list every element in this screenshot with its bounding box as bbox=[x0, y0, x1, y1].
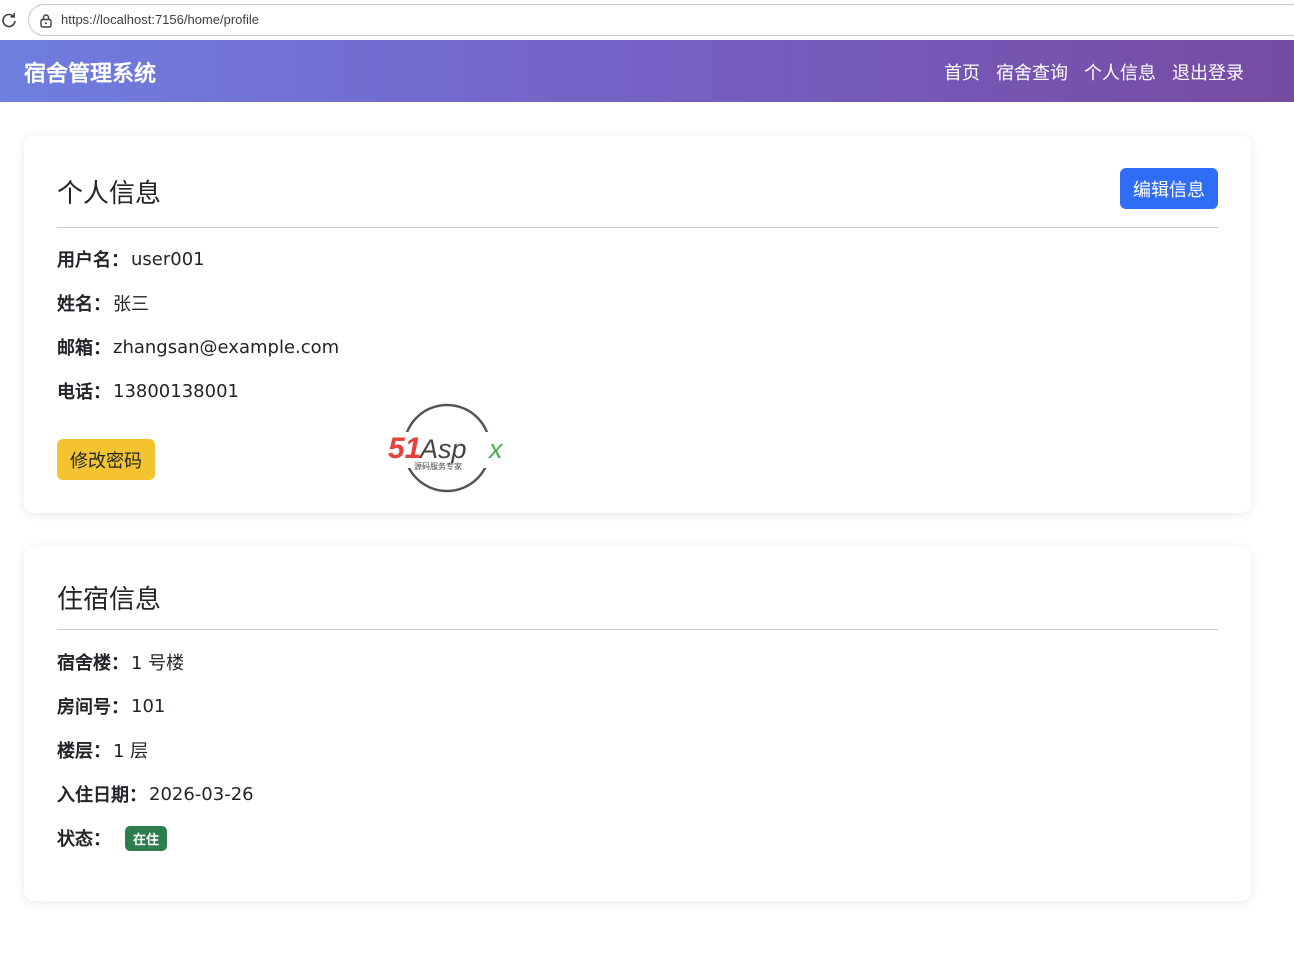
nav-link-home[interactable]: 首页 bbox=[944, 59, 980, 85]
change-password-button[interactable]: 修改密码 bbox=[57, 439, 155, 480]
room-row: 房间号： 101 bbox=[57, 693, 165, 719]
address-bar[interactable]: https://localhost:7156/home/profile bbox=[28, 4, 1294, 36]
watermark-brand-dark: Asp bbox=[418, 434, 467, 464]
lock-icon bbox=[40, 14, 52, 28]
nav-link-profile[interactable]: 个人信息 bbox=[1084, 59, 1156, 85]
nav-link-logout[interactable]: 退出登录 bbox=[1172, 59, 1244, 85]
floor-value: 1 层 bbox=[113, 741, 149, 762]
checkin-date-label: 入住日期： bbox=[57, 785, 147, 806]
email-label: 邮箱： bbox=[57, 338, 111, 359]
name-value: 张三 bbox=[113, 294, 149, 315]
divider bbox=[57, 629, 1218, 630]
status-row: 状态： 在住 bbox=[57, 825, 168, 851]
lodging-info-title: 住宿信息 bbox=[57, 585, 162, 615]
floor-label: 楼层： bbox=[57, 741, 111, 762]
phone-label: 电话： bbox=[57, 382, 111, 403]
reload-icon[interactable] bbox=[0, 10, 18, 30]
nav-links: 首页 宿舍查询 个人信息 退出登录 bbox=[944, 59, 1244, 85]
watermark-brand-red: 51 bbox=[388, 432, 421, 465]
building-label: 宿舍楼： bbox=[57, 653, 129, 674]
edit-info-button[interactable]: 编辑信息 bbox=[1120, 168, 1218, 209]
building-row: 宿舍楼： 1 号楼 bbox=[57, 649, 184, 675]
personal-info-card: 个人信息 编辑信息 用户名： user001 姓名： 张三 邮箱： zhangs… bbox=[24, 135, 1251, 513]
room-value: 101 bbox=[131, 695, 166, 717]
divider bbox=[57, 227, 1218, 228]
name-label: 姓名： bbox=[57, 294, 111, 315]
navbar-brand[interactable]: 宿舍管理系统 bbox=[24, 56, 156, 88]
username-row: 用户名： user001 bbox=[57, 246, 205, 272]
watermark-logo: 51 Asp x 源码服务专家 bbox=[386, 403, 514, 493]
phone-row: 电话： 13800138001 bbox=[57, 378, 239, 404]
watermark-tagline: 源码服务专家 bbox=[414, 461, 462, 471]
checkin-date-value: 2026-03-26 bbox=[149, 783, 254, 805]
watermark-brand-green: x bbox=[487, 434, 504, 464]
phone-value: 13800138001 bbox=[113, 380, 239, 402]
lodging-info-card: 住宿信息 宿舍楼： 1 号楼 房间号： 101 楼层： 1 层 入住日期： 20… bbox=[24, 546, 1251, 901]
status-label: 状态： bbox=[57, 829, 111, 850]
email-value: zhangsan@example.com bbox=[113, 336, 340, 358]
building-value: 1 号楼 bbox=[131, 653, 185, 674]
top-navbar: 宿舍管理系统 首页 宿舍查询 个人信息 退出登录 bbox=[0, 40, 1294, 102]
personal-info-title: 个人信息 bbox=[57, 179, 162, 209]
username-label: 用户名： bbox=[57, 250, 129, 271]
nav-link-dorm-search[interactable]: 宿舍查询 bbox=[996, 59, 1068, 85]
email-row: 邮箱： zhangsan@example.com bbox=[57, 334, 339, 360]
username-value: user001 bbox=[131, 248, 205, 270]
checkin-date-row: 入住日期： 2026-03-26 bbox=[57, 781, 254, 807]
room-label: 房间号： bbox=[57, 697, 129, 718]
floor-row: 楼层： 1 层 bbox=[57, 737, 148, 763]
url-text[interactable]: https://localhost:7156/home/profile bbox=[61, 12, 259, 27]
name-row: 姓名： 张三 bbox=[57, 290, 149, 316]
browser-address-row: https://localhost:7156/home/profile bbox=[0, 0, 1294, 40]
status-badge: 在住 bbox=[125, 825, 168, 851]
